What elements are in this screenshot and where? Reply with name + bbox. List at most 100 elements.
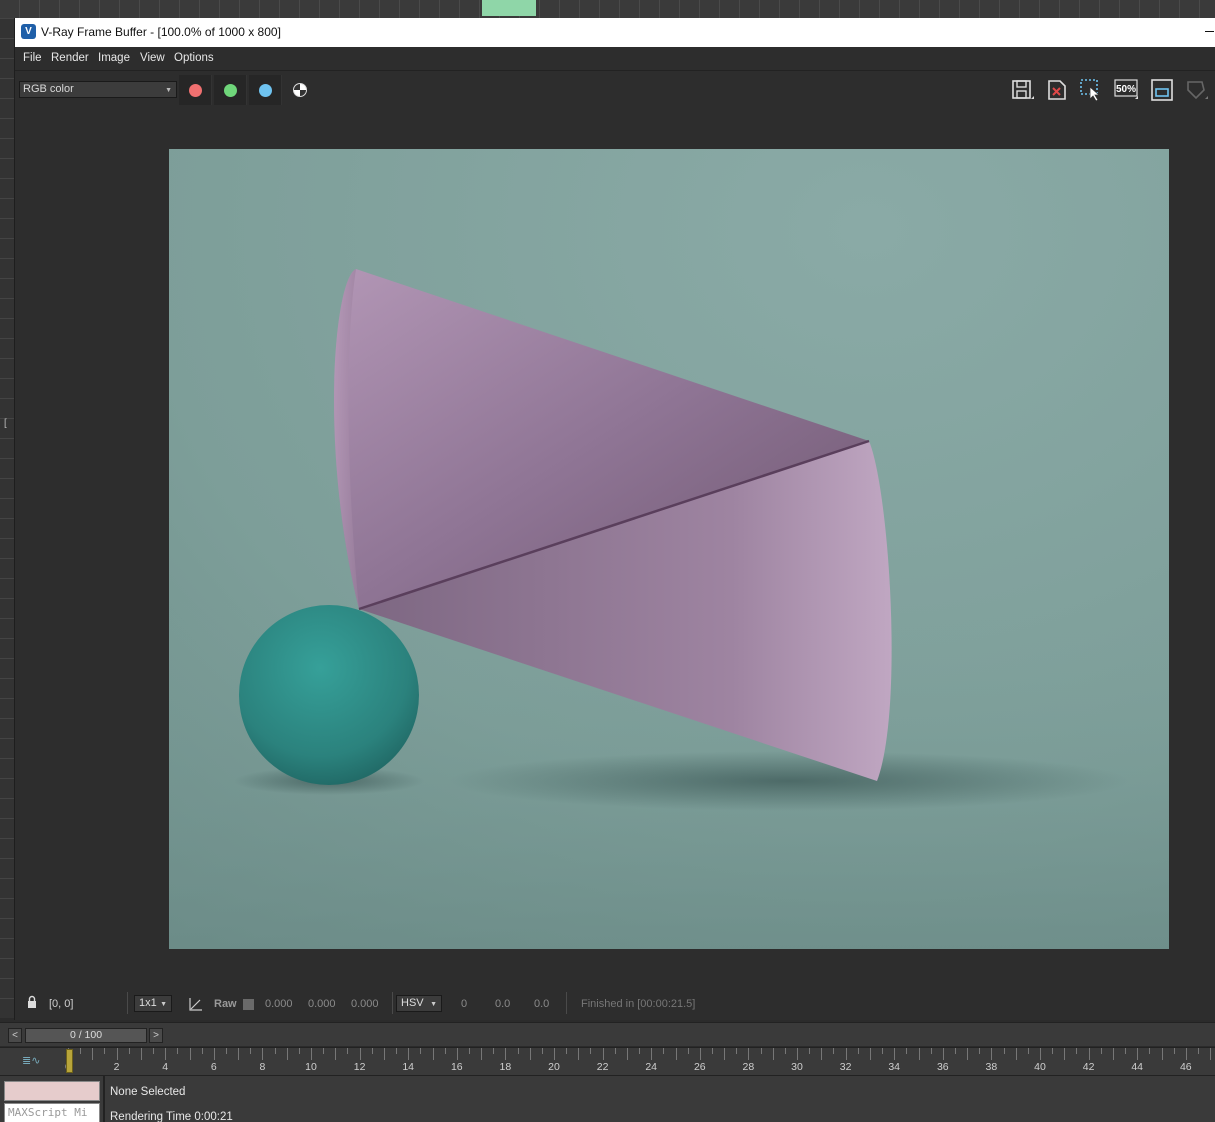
- menu-bar: File Render Image View Options: [15, 47, 1215, 71]
- ruler-tick: [845, 1048, 847, 1060]
- value-value: 0.0: [534, 998, 550, 1010]
- ruler-tick: [797, 1048, 798, 1060]
- status-bar: [0, 0] 1x1 ▼ Raw 0.000 0.000 0.000 HSV ▼…: [15, 986, 1215, 1018]
- ruler-label: 44: [1131, 1061, 1144, 1073]
- zoom-50-icon[interactable]: 50%: [1114, 78, 1138, 102]
- ruler-tick: [857, 1048, 859, 1054]
- ruler-label: 12: [353, 1061, 366, 1073]
- ruler-label: 8: [259, 1061, 266, 1073]
- ruler-tick: [493, 1048, 495, 1054]
- raw-label: Raw: [214, 998, 237, 1010]
- title-bar[interactable]: V V-Ray Frame Buffer - [100.0% of 1000 x…: [15, 18, 1215, 47]
- channel-select[interactable]: RGB color ▼: [19, 81, 177, 98]
- clear-image-icon[interactable]: [1045, 78, 1069, 102]
- ruler-tick: [274, 1048, 276, 1054]
- toggle-panel-icon[interactable]: [1150, 78, 1174, 102]
- ruler-tick: [772, 1048, 774, 1060]
- menu-render[interactable]: Render: [51, 52, 89, 64]
- divider: [127, 992, 128, 1014]
- ruler-tick: [967, 1048, 969, 1060]
- ruler-label: 4: [162, 1061, 169, 1073]
- curve-editor-icon[interactable]: ≣∿: [22, 1054, 40, 1067]
- selection-status: None Selected: [110, 1086, 186, 1098]
- blue-channel-button[interactable]: [249, 75, 282, 105]
- ruler-label: 40: [1034, 1061, 1046, 1073]
- red-channel-button[interactable]: [179, 75, 212, 105]
- menu-file[interactable]: File: [23, 52, 42, 64]
- ruler-tick: [262, 1048, 264, 1060]
- ruler-tick: [1137, 1048, 1139, 1060]
- ruler-tick: [1125, 1048, 1127, 1054]
- ruler-tick: [481, 1048, 483, 1060]
- ruler-tick: [104, 1048, 106, 1054]
- render-shield-icon[interactable]: [1184, 78, 1208, 102]
- window-title: V-Ray Frame Buffer - [100.0% of 1000 x 8…: [41, 25, 281, 39]
- frame-ruler[interactable]: 0246810121416182022242628303234363840424…: [58, 1048, 1215, 1076]
- curve-icon[interactable]: [188, 996, 204, 1012]
- toolbar: RGB color ▼ 50%: [15, 72, 1215, 106]
- ruler-tick: [918, 1048, 920, 1060]
- ruler-tick: [991, 1048, 993, 1060]
- ruler-tick: [1015, 1048, 1017, 1060]
- ruler-tick: [1149, 1048, 1151, 1054]
- ruler-tick: [894, 1048, 896, 1060]
- ruler-tick: [821, 1048, 823, 1060]
- menu-options[interactable]: Options: [174, 52, 214, 64]
- sample-size-select[interactable]: 1x1 ▼: [134, 995, 172, 1012]
- maxscript-listener-output[interactable]: [4, 1081, 100, 1101]
- zoom-50-label: 50%: [1116, 84, 1136, 95]
- next-frame-button[interactable]: >: [149, 1028, 163, 1043]
- time-slider[interactable]: 0 / 100: [25, 1028, 147, 1043]
- left-bracket-glyph: [: [4, 418, 7, 429]
- mono-channel-button[interactable]: [284, 75, 317, 105]
- ruler-tick: [699, 1048, 701, 1060]
- ruler-tick: [225, 1048, 227, 1054]
- ruler-tick: [1064, 1048, 1066, 1060]
- ruler-tick: [979, 1048, 981, 1054]
- chevron-down-icon: ▼: [430, 1001, 437, 1008]
- minimize-icon[interactable]: [1205, 31, 1214, 32]
- green-channel-button[interactable]: [214, 75, 247, 105]
- ruler-label: 20: [548, 1061, 560, 1073]
- ruler-tick: [529, 1048, 531, 1060]
- color-mode-select[interactable]: HSV ▼: [396, 995, 442, 1012]
- menu-view[interactable]: View: [140, 52, 165, 64]
- track-bar[interactable]: ≣∿ 0246810121416182022242628303234363840…: [0, 1047, 1215, 1075]
- ruler-tick: [396, 1048, 398, 1054]
- ruler-label: 36: [936, 1061, 949, 1073]
- ruler-tick: [784, 1048, 786, 1054]
- ruler-tick: [675, 1048, 677, 1060]
- ruler-tick: [1076, 1048, 1078, 1054]
- ruler-tick: [165, 1048, 167, 1060]
- divider: [103, 1076, 105, 1122]
- rendering-time: Rendering Time 0:00:21: [110, 1111, 233, 1122]
- ruler-tick: [639, 1048, 641, 1054]
- ruler-tick: [1210, 1048, 1212, 1060]
- menu-image[interactable]: Image: [98, 52, 130, 64]
- ruler-tick: [869, 1048, 871, 1060]
- ruler-tick: [80, 1048, 82, 1054]
- time-cursor[interactable]: [66, 1049, 73, 1073]
- ruler-tick: [517, 1048, 519, 1054]
- ruler-tick: [1173, 1048, 1175, 1054]
- prev-frame-button[interactable]: <: [8, 1028, 22, 1043]
- ruler-tick: [286, 1048, 288, 1060]
- ruler-tick: [1027, 1048, 1029, 1054]
- region-render-icon[interactable]: [1079, 78, 1103, 102]
- lock-icon[interactable]: [25, 995, 39, 1009]
- background-highlight: [482, 0, 536, 16]
- maxscript-mini-listener[interactable]: MAXScript Mi: [4, 1103, 100, 1122]
- ruler-tick: [432, 1048, 434, 1060]
- ruler-label: 26: [693, 1061, 706, 1073]
- divider: [566, 992, 567, 1014]
- ruler-label: 2: [113, 1061, 120, 1073]
- raw-checkbox[interactable]: [243, 999, 254, 1010]
- save-image-icon[interactable]: [1010, 78, 1034, 102]
- time-slider-bar: < 0 / 100 >: [0, 1022, 1215, 1046]
- channel-select-value: RGB color: [23, 83, 74, 95]
- ruler-tick: [298, 1048, 300, 1054]
- ruler-tick: [1052, 1048, 1054, 1054]
- render-image[interactable]: [169, 149, 1169, 949]
- left-viewport-edge: [0, 18, 14, 1018]
- ruler-tick: [335, 1048, 337, 1060]
